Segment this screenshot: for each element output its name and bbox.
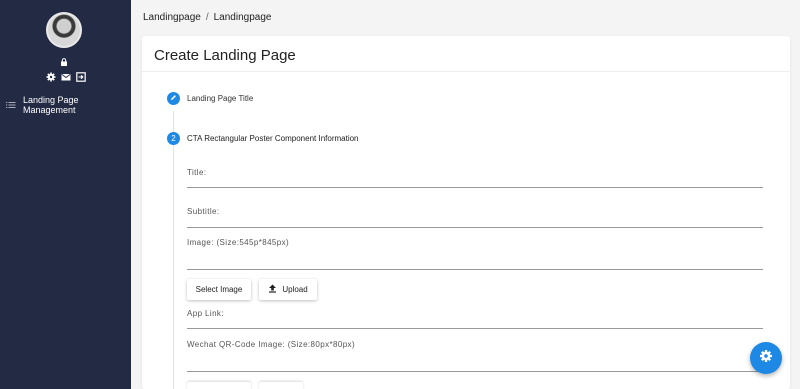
image-input[interactable] [187, 269, 763, 270]
sidebar-item-label: Landing Page Management [23, 95, 79, 115]
app-link-input[interactable] [187, 328, 763, 329]
page-title: Create Landing Page [154, 47, 296, 64]
pencil-icon [170, 94, 177, 103]
app-link-field-label: App Link: [187, 309, 224, 318]
settings-fab-button[interactable] [750, 342, 782, 374]
upload-label: Upload [282, 285, 308, 294]
avatar[interactable] [46, 12, 82, 48]
create-landing-page-card: Create Landing Page Landing Page Title 2… [142, 36, 790, 389]
logout-icon[interactable] [76, 69, 86, 82]
mail-icon[interactable] [61, 69, 71, 81]
step-2-badge[interactable]: 2 [167, 132, 180, 145]
breadcrumb-item: Landingpage [213, 12, 272, 23]
select-qr-image-button[interactable] [187, 382, 251, 389]
breadcrumb: Landingpage / Landingpage [143, 12, 271, 23]
step-2-label[interactable]: CTA Rectangular Poster Component Informa… [187, 134, 359, 143]
qr-code-input[interactable] [187, 371, 763, 372]
select-image-label: Select Image [195, 285, 243, 294]
select-image-button[interactable]: Select Image [187, 279, 251, 300]
upload-qr-button[interactable] [259, 382, 303, 389]
sidebar-item-landing-page-management[interactable]: Landing Page Management [6, 95, 131, 115]
user-actions [46, 69, 86, 82]
sidebar: Landing Page Management [0, 0, 131, 389]
list-icon [6, 96, 16, 114]
breadcrumb-separator: / [205, 12, 209, 23]
upload-icon [268, 284, 277, 295]
title-input[interactable] [187, 187, 763, 188]
subtitle-input[interactable] [187, 227, 763, 228]
breadcrumb-item[interactable]: Landingpage [143, 12, 201, 23]
divider [142, 71, 790, 72]
subtitle-field-label: Subtitle: [187, 207, 220, 216]
qr-code-field-label: Wechat QR-Code Image: (Size:80px*80px) [187, 340, 356, 349]
upload-button[interactable]: Upload [259, 279, 317, 300]
lock-icon [60, 53, 68, 66]
gear-icon[interactable] [46, 69, 56, 82]
gear-icon [759, 349, 773, 368]
step-1-label[interactable]: Landing Page Title [187, 94, 253, 103]
stepper-line [173, 111, 174, 389]
step-1-badge[interactable] [167, 92, 180, 105]
title-field-label: Title: [187, 168, 207, 177]
image-field-label: Image: (Size:545p*845px) [187, 238, 290, 247]
